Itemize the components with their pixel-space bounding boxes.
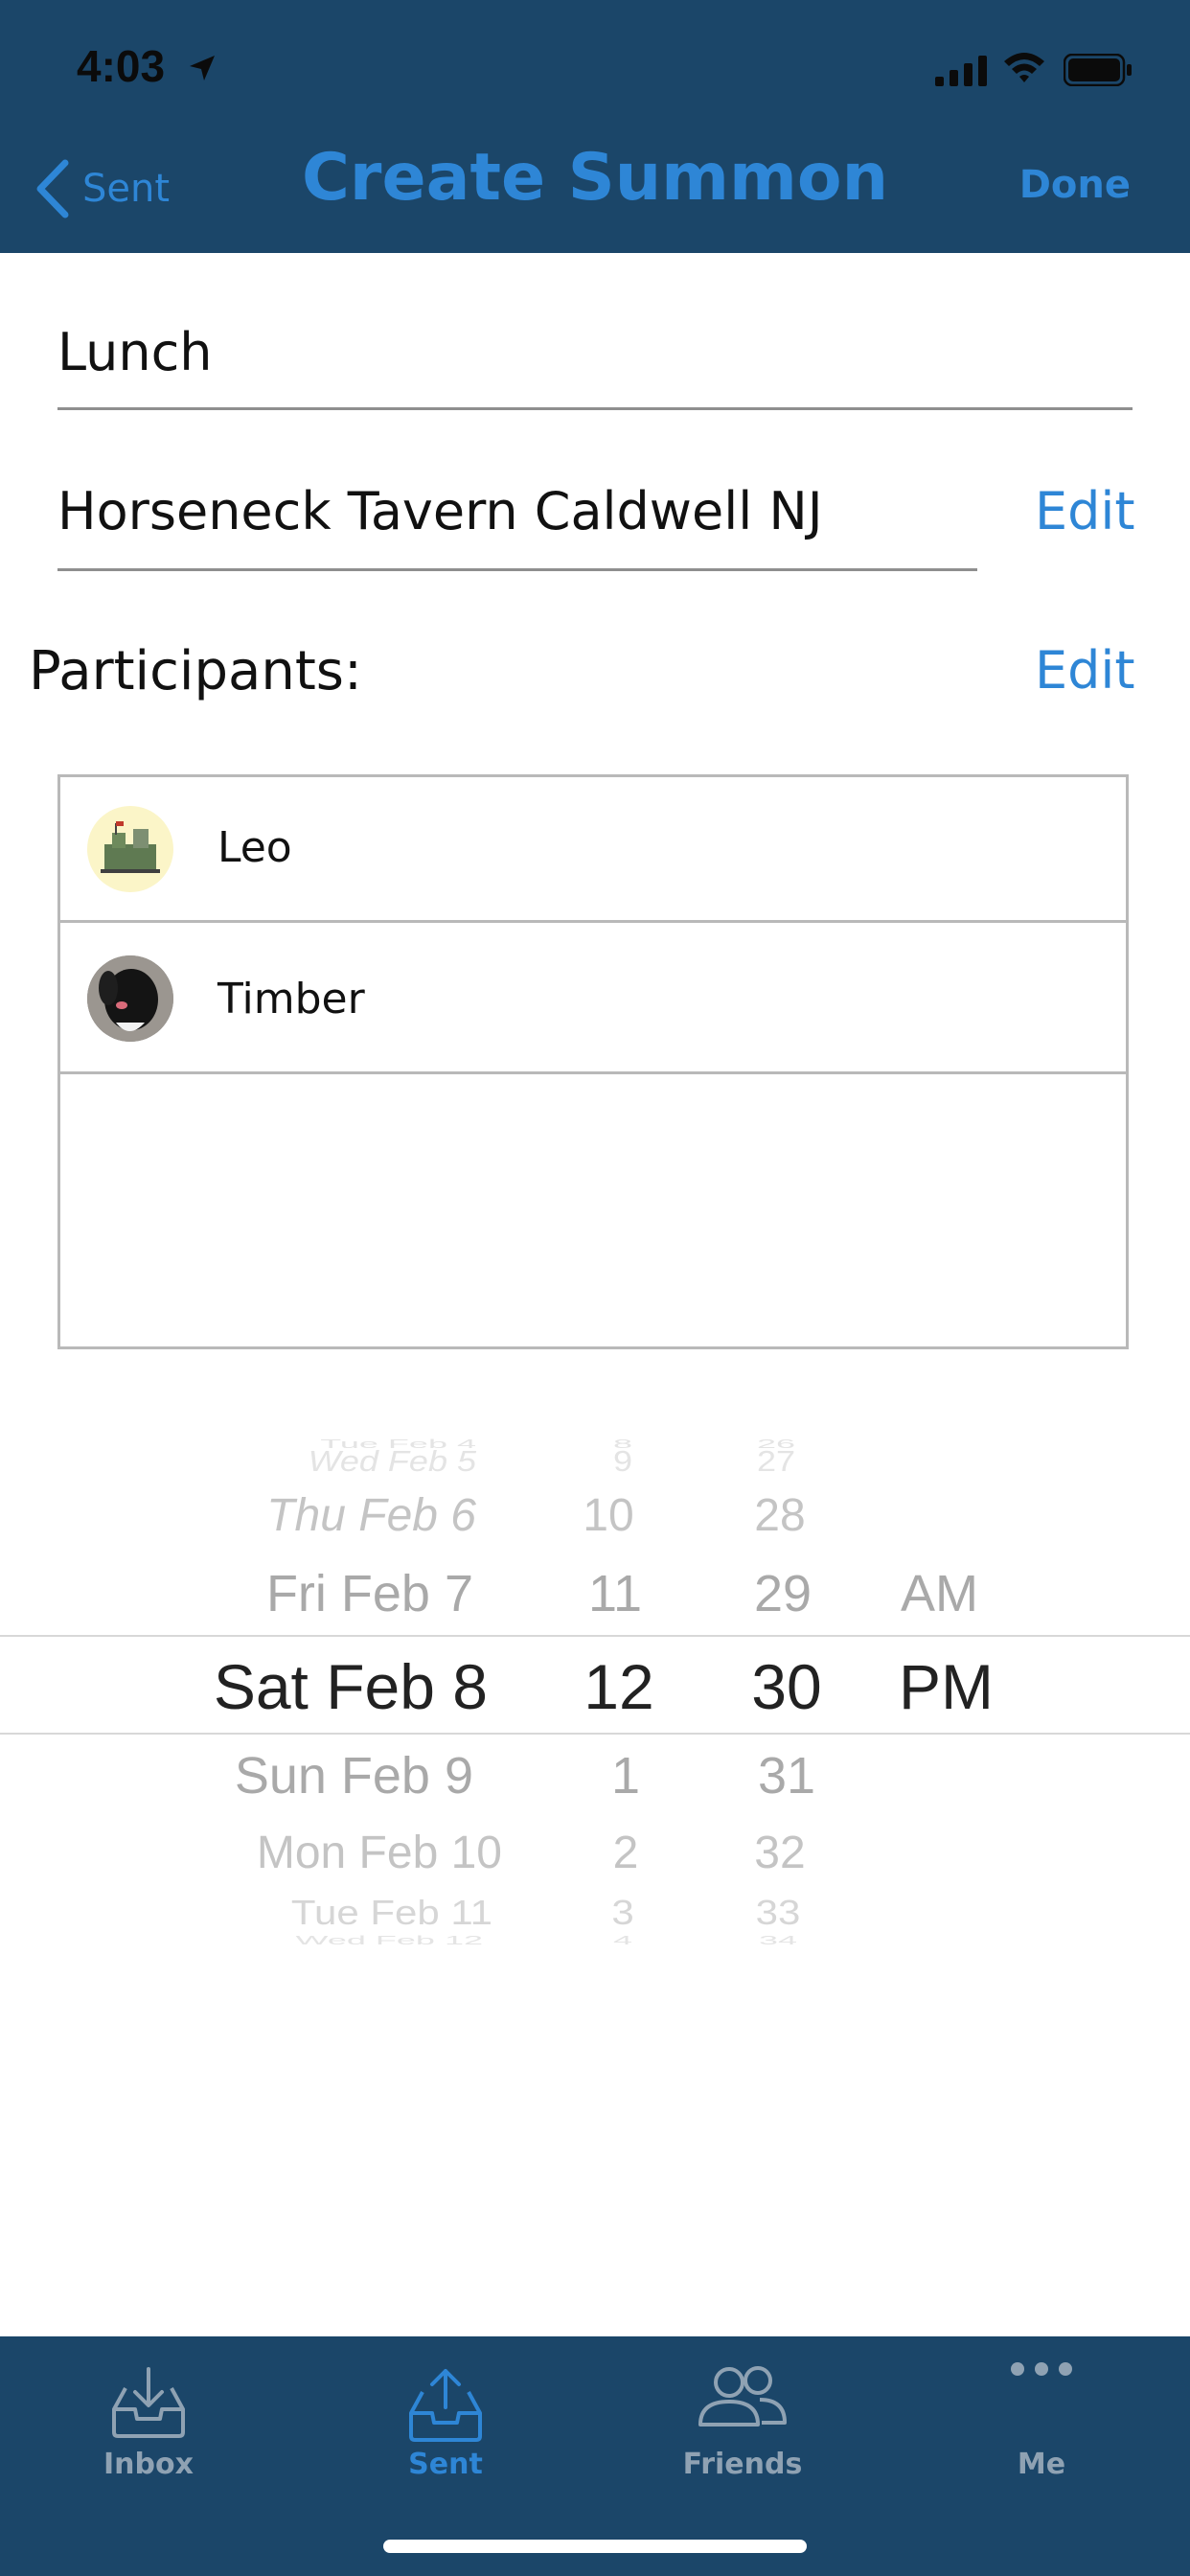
minute-option: 28 bbox=[754, 1490, 806, 1541]
date-option-selected: Sat Feb 8 bbox=[213, 1651, 488, 1722]
outbox-icon bbox=[409, 2369, 482, 2442]
tab-sent-label: Sent bbox=[408, 2448, 483, 2481]
hour-option: 9 bbox=[612, 1444, 633, 1478]
hour-option: 11 bbox=[587, 1565, 643, 1622]
title-field-underline bbox=[57, 407, 1133, 410]
friends-icon bbox=[698, 2366, 787, 2426]
participant-name: Timber bbox=[217, 975, 365, 1024]
dog-avatar-icon bbox=[87, 955, 173, 1042]
more-dots-icon bbox=[1011, 2362, 1072, 2376]
date-option: Sun Feb 9 bbox=[234, 1747, 473, 1805]
minute-option: 32 bbox=[754, 1828, 806, 1878]
battery-icon bbox=[1064, 54, 1132, 86]
cellular-signal-icon bbox=[935, 56, 987, 86]
list-item[interactable]: Timber bbox=[60, 923, 1126, 1074]
minute-option: 29 bbox=[753, 1565, 812, 1622]
avatar bbox=[87, 806, 173, 892]
hour-option-selected: 12 bbox=[584, 1651, 654, 1722]
list-item[interactable]: Leo bbox=[60, 777, 1126, 923]
date-option: Thu Feb 6 bbox=[266, 1490, 476, 1541]
minute-option: 34 bbox=[758, 1933, 798, 1947]
tab-friends[interactable]: Friends bbox=[594, 2336, 891, 2528]
hour-option: 2 bbox=[612, 1828, 639, 1878]
location-field[interactable]: Horseneck Tavern Caldwell NJ bbox=[57, 481, 823, 541]
header: 4:03 Sent Create Summon Done bbox=[0, 0, 1190, 253]
picker-selection-bottom-line bbox=[0, 1733, 1190, 1735]
ampm-option-selected: PM bbox=[899, 1651, 994, 1722]
picker-selection-top-line bbox=[0, 1635, 1190, 1637]
tab-inbox-label: Inbox bbox=[103, 2448, 194, 2481]
castle-avatar-icon bbox=[101, 821, 160, 873]
avatar bbox=[87, 955, 173, 1042]
participants-list: Leo Timber bbox=[57, 774, 1129, 1349]
wifi-icon bbox=[1004, 53, 1044, 82]
tab-me-label: Me bbox=[1017, 2448, 1066, 2481]
hour-option: 4 bbox=[612, 1933, 633, 1947]
minute-option: 33 bbox=[755, 1893, 801, 1932]
ampm-option: AM bbox=[901, 1565, 978, 1622]
date-option: Mon Feb 10 bbox=[256, 1828, 502, 1878]
location-field-underline bbox=[57, 568, 977, 571]
hour-option: 10 bbox=[583, 1490, 634, 1541]
participants-label: Participants: bbox=[29, 640, 362, 702]
tab-me[interactable]: Me bbox=[893, 2336, 1190, 2528]
hour-option: 1 bbox=[610, 1747, 641, 1805]
tab-friends-label: Friends bbox=[682, 2448, 803, 2481]
inbox-icon bbox=[112, 2367, 185, 2438]
edit-participants-button[interactable]: Edit bbox=[1035, 640, 1135, 701]
tab-sent[interactable]: Sent bbox=[297, 2336, 594, 2528]
status-time: 4:03 bbox=[77, 41, 166, 91]
summon-title-field[interactable]: Lunch bbox=[57, 322, 213, 382]
date-option: Fri Feb 7 bbox=[265, 1565, 473, 1622]
tab-inbox[interactable]: Inbox bbox=[0, 2336, 297, 2528]
date-option: Wed Feb 12 bbox=[295, 1933, 483, 1947]
edit-location-button[interactable]: Edit bbox=[1035, 481, 1135, 541]
minute-option-selected: 30 bbox=[751, 1651, 822, 1722]
date-option: Tue Feb 11 bbox=[290, 1893, 492, 1932]
hour-option: 3 bbox=[611, 1893, 634, 1932]
participant-name: Leo bbox=[217, 823, 292, 872]
location-arrow-icon bbox=[190, 56, 215, 80]
minute-option: 31 bbox=[757, 1747, 816, 1805]
page-title: Create Summon bbox=[302, 140, 888, 216]
home-indicator[interactable] bbox=[383, 2540, 807, 2553]
done-button[interactable]: Done bbox=[1019, 163, 1131, 207]
minute-option: 27 bbox=[756, 1444, 796, 1478]
date-option: Wed Feb 5 bbox=[308, 1444, 476, 1478]
